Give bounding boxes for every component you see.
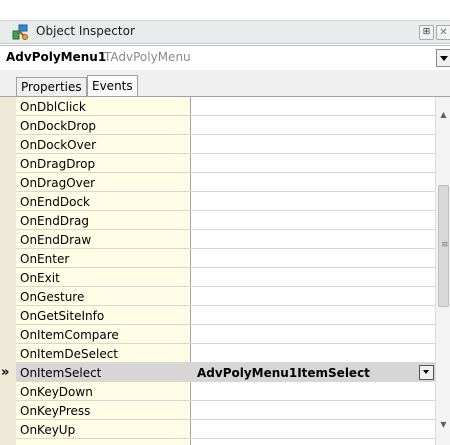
event-row-selected[interactable]: OnItemSelect AdvPolyMenu1ItemSelect — [16, 363, 435, 382]
event-row[interactable]: OnEndDock — [16, 192, 435, 211]
event-name: OnDockDrop — [20, 119, 97, 133]
event-name: OnKeyDown — [20, 385, 93, 399]
selected-row-marker: » — [1, 365, 10, 380]
event-name: OnEndDock — [20, 195, 90, 209]
event-row[interactable]: OnKeyUp — [16, 420, 435, 439]
scroll-up-arrow-icon[interactable]: ▲ — [436, 107, 450, 122]
event-row[interactable]: OnEndDraw — [16, 230, 435, 249]
scroll-down-arrow-icon[interactable]: ▼ — [436, 417, 450, 432]
scrollbar-thumb[interactable]: ≡ — [438, 185, 449, 307]
grid-gutter — [0, 97, 16, 445]
event-name: OnEndDraw — [20, 233, 92, 247]
component-type: TAdvPolyMenu — [104, 50, 191, 64]
event-grid: OnDblClick OnDockDrop OnDockOver OnDragD… — [0, 96, 450, 445]
pin-icon[interactable]: ⊞ — [419, 25, 434, 40]
event-row[interactable]: OnDragOver — [16, 173, 435, 192]
event-name: OnExit — [20, 271, 60, 285]
event-row[interactable]: OnDragDrop — [16, 154, 435, 173]
window-title: Object Inspector — [36, 24, 135, 38]
event-name: OnDragOver — [20, 176, 96, 190]
chevron-down-icon[interactable] — [436, 49, 450, 67]
event-row[interactable]: OnItemCompare — [16, 325, 435, 344]
event-row[interactable]: OnEndDrag — [16, 211, 435, 230]
event-name: OnDockOver — [20, 138, 97, 152]
close-icon[interactable]: ✕ — [436, 25, 450, 40]
event-row[interactable]: OnDockDrop — [16, 116, 435, 135]
tab-strip: Properties Events — [0, 70, 450, 97]
event-name: OnGetSiteInfo — [20, 309, 105, 323]
event-handler-value[interactable]: AdvPolyMenu1ItemSelect — [197, 366, 370, 380]
tab-events[interactable]: Events — [87, 75, 138, 97]
event-name: OnDblClick — [20, 100, 86, 114]
vertical-scrollbar[interactable]: ▲ ≡ ▼ — [435, 97, 450, 445]
event-name: OnEnter — [20, 252, 70, 266]
event-name: OnDragDrop — [20, 157, 96, 171]
event-name: OnEndDrag — [20, 214, 89, 228]
event-row[interactable]: OnItemDeSelect — [16, 344, 435, 363]
event-name: OnKeyUp — [20, 423, 76, 437]
event-row[interactable]: OnExit — [16, 268, 435, 287]
object-inspector-icon — [10, 22, 30, 42]
event-row[interactable]: OnEnter — [16, 249, 435, 268]
event-name: OnKeyPress — [20, 404, 91, 418]
event-name: OnItemDeSelect — [20, 347, 119, 361]
event-row[interactable]: OnDockOver — [16, 135, 435, 154]
tab-properties[interactable]: Properties — [16, 77, 87, 96]
component-selector[interactable]: AdvPolyMenu1 TAdvPolyMenu — [0, 45, 450, 71]
event-name: OnGesture — [20, 290, 85, 304]
chevron-down-icon[interactable] — [419, 365, 434, 380]
event-row[interactable]: OnGesture — [16, 287, 435, 306]
event-name: OnItemCompare — [20, 328, 119, 342]
event-row[interactable]: OnKeyDown — [16, 382, 435, 401]
event-name: OnItemSelect — [20, 366, 102, 380]
window-titlebar: Object Inspector ⊞ ✕ — [0, 20, 450, 44]
grip-icon: ≡ — [441, 240, 449, 250]
event-row[interactable]: OnGetSiteInfo — [16, 306, 435, 325]
event-row[interactable]: OnDblClick — [16, 97, 435, 116]
event-row[interactable]: OnKeyPress — [16, 401, 435, 420]
component-name: AdvPolyMenu1 — [6, 50, 107, 64]
